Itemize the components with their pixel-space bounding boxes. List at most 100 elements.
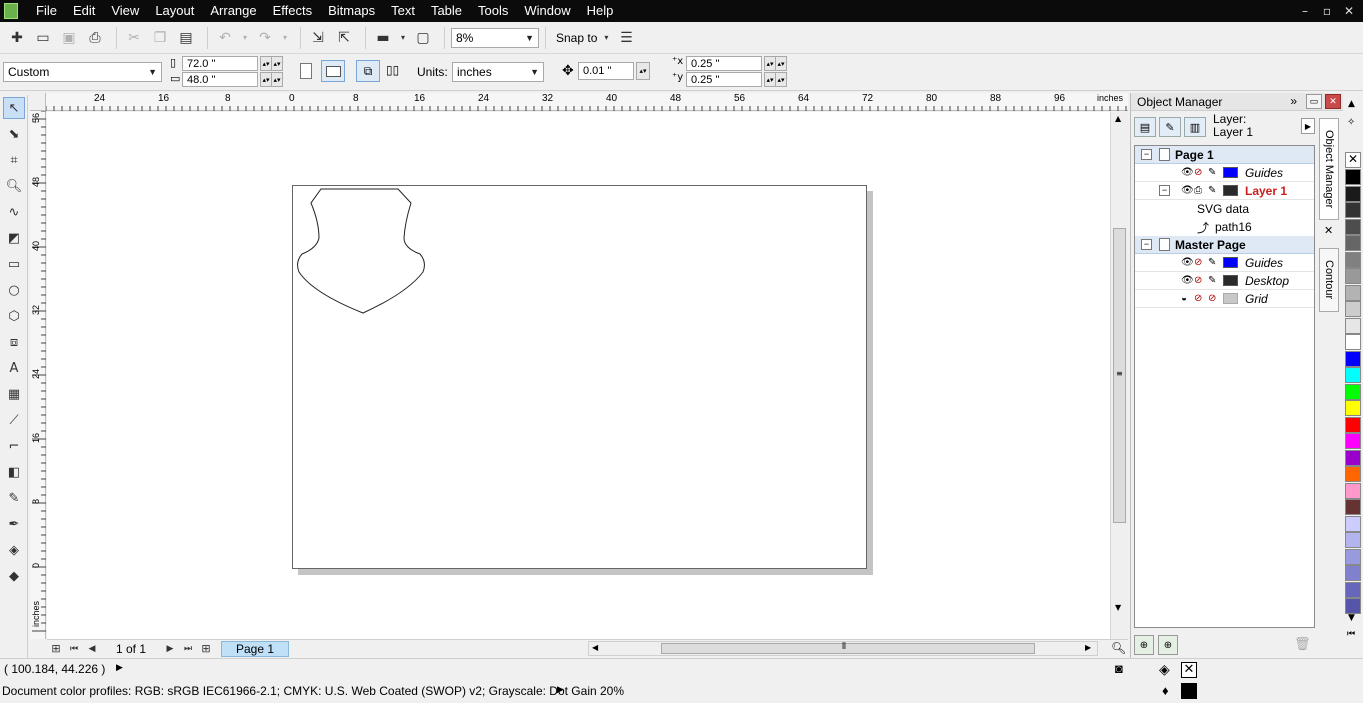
palette-swatch[interactable] bbox=[1345, 532, 1361, 548]
docker-minimize-button[interactable]: ▭ bbox=[1306, 94, 1322, 109]
menu-file[interactable]: File bbox=[28, 0, 65, 22]
zoom-navigator-icon[interactable]: 🔍︎ bbox=[1111, 641, 1126, 655]
palette-swatch[interactable] bbox=[1345, 548, 1361, 565]
pencil-icon[interactable]: ✎ bbox=[1208, 257, 1216, 268]
scroll-up-icon[interactable]: ▲ bbox=[1115, 114, 1121, 123]
print-disabled-icon[interactable]: ⊘ bbox=[1194, 275, 1202, 286]
snap-to-button[interactable]: Snap to bbox=[556, 31, 597, 45]
menu-table[interactable]: Table bbox=[423, 0, 470, 22]
tab-contour[interactable]: Contour bbox=[1319, 248, 1339, 312]
layer-color-swatch[interactable] bbox=[1223, 293, 1238, 304]
tab-object-manager[interactable]: Object Manager bbox=[1319, 118, 1339, 220]
menu-edit[interactable]: Edit bbox=[65, 0, 103, 22]
profiles-expand-icon[interactable]: ▶ bbox=[557, 684, 564, 695]
palette-swatch[interactable] bbox=[1345, 581, 1361, 598]
interactive-fill-tool-icon[interactable]: ◆ bbox=[3, 565, 25, 587]
horizontal-scroll-thumb[interactable]: ⦀ bbox=[661, 642, 1035, 654]
delete-icon[interactable]: 🗑︎ bbox=[1294, 637, 1311, 652]
drawing-page[interactable] bbox=[292, 185, 867, 569]
nudge-distance-field[interactable]: 0.01 " bbox=[578, 62, 634, 80]
page-width-field[interactable]: 72.0 " bbox=[182, 56, 258, 71]
edit-fill-icon[interactable]: ◙ bbox=[1115, 661, 1123, 676]
ellipse-tool-icon[interactable]: ○ bbox=[3, 279, 25, 301]
palette-swatch[interactable] bbox=[1345, 317, 1361, 334]
redo-icon[interactable]: ↷ bbox=[254, 27, 276, 49]
print-icon[interactable]: ⎙ bbox=[1194, 185, 1202, 196]
save-icon[interactable]: ▣ bbox=[58, 27, 80, 49]
print-disabled-icon[interactable]: ⊘ bbox=[1194, 293, 1202, 304]
pencil-icon[interactable]: ✎ bbox=[1208, 275, 1216, 286]
tree-guides-master[interactable]: 👁︎ ⊘ ✎ Guides bbox=[1135, 254, 1314, 272]
next-page-icon[interactable]: ▶ bbox=[161, 644, 179, 654]
portrait-icon[interactable] bbox=[300, 63, 312, 79]
outline-color-indicator[interactable] bbox=[1181, 683, 1197, 699]
polygon-tool-icon[interactable]: ⬡ bbox=[3, 305, 25, 327]
minimize-button[interactable]: – bbox=[1297, 4, 1313, 18]
palette-scroll-up-icon[interactable]: ▲ bbox=[1348, 99, 1355, 109]
menu-arrange[interactable]: Arrange bbox=[202, 0, 264, 22]
palette-options-icon[interactable]: ✧ bbox=[1347, 117, 1355, 128]
crop-tool-icon[interactable]: ⌗ bbox=[3, 149, 25, 171]
palette-swatch[interactable] bbox=[1345, 466, 1361, 482]
collapse-icon[interactable]: − bbox=[1159, 185, 1170, 196]
pencil-icon[interactable]: ✎ bbox=[1208, 185, 1216, 196]
eye-icon[interactable]: 👁︎ bbox=[1181, 275, 1194, 286]
last-page-icon[interactable]: ⏭ bbox=[179, 644, 197, 654]
fill-color-indicator[interactable]: ✕ bbox=[1181, 662, 1197, 678]
docker-close-button[interactable]: ✕ bbox=[1325, 94, 1341, 109]
launcher-dropdown-icon[interactable]: ▾ bbox=[398, 27, 408, 49]
text-tool-icon[interactable]: A bbox=[3, 357, 25, 379]
pencil-icon[interactable]: ✎ bbox=[1208, 167, 1216, 178]
palette-swatch[interactable] bbox=[1345, 400, 1361, 416]
options-icon[interactable]: ☰ bbox=[615, 27, 637, 49]
new-document-icon[interactable]: ✚ bbox=[6, 27, 28, 49]
close-button[interactable]: ✕ bbox=[1341, 4, 1357, 18]
add-page-after-icon[interactable]: ⊞ bbox=[197, 642, 215, 655]
landscape-icon[interactable] bbox=[321, 60, 345, 82]
eyedropper-tool-icon[interactable]: ✎ bbox=[3, 487, 25, 509]
palette-swatch[interactable] bbox=[1345, 383, 1361, 400]
previous-page-icon[interactable]: ◀ bbox=[83, 644, 101, 654]
tree-master-page[interactable]: − Master Page bbox=[1135, 236, 1314, 254]
palette-swatch[interactable] bbox=[1345, 251, 1361, 268]
docker-options-button[interactable]: ▶ bbox=[1301, 118, 1315, 134]
layer-color-swatch[interactable] bbox=[1223, 275, 1238, 286]
rectangle-tool-icon[interactable]: ▭ bbox=[3, 253, 25, 275]
palette-swatch[interactable] bbox=[1345, 268, 1361, 284]
export-icon[interactable]: ⇱ bbox=[333, 27, 355, 49]
menu-layout[interactable]: Layout bbox=[147, 0, 202, 22]
basic-shapes-tool-icon[interactable]: ⧈ bbox=[3, 331, 25, 353]
palette-swatch[interactable] bbox=[1345, 515, 1361, 532]
palette-scroll-down-icon[interactable]: ▼ bbox=[1348, 613, 1355, 623]
open-folder-icon[interactable]: ▭ bbox=[32, 27, 54, 49]
snap-dropdown-icon[interactable]: ▾ bbox=[601, 27, 611, 49]
tree-page-1[interactable]: − Page 1 bbox=[1135, 146, 1314, 164]
menu-bitmaps[interactable]: Bitmaps bbox=[320, 0, 383, 22]
width-lock-button[interactable]: ▴▾ bbox=[271, 56, 283, 71]
vertical-scroll-thumb[interactable]: ≡ bbox=[1113, 228, 1126, 523]
menu-text[interactable]: Text bbox=[383, 0, 423, 22]
new-master-layer-icon[interactable]: ⊕ bbox=[1158, 635, 1178, 655]
shape-tool-icon[interactable]: ⬊ bbox=[3, 123, 25, 145]
all-pages-icon[interactable]: ⧉ bbox=[356, 60, 380, 82]
zoom-tool-icon[interactable]: 🔍︎ bbox=[3, 175, 25, 197]
menu-effects[interactable]: Effects bbox=[265, 0, 321, 22]
duplicate-y-field[interactable]: 0.25 " bbox=[686, 72, 762, 87]
first-page-icon[interactable]: ⏮ bbox=[65, 644, 83, 654]
ruler-origin[interactable] bbox=[30, 93, 46, 111]
print-disabled-icon[interactable]: ⊘ bbox=[1194, 257, 1202, 268]
undo-dropdown-icon[interactable]: ▾ bbox=[240, 27, 250, 49]
new-layer-icon[interactable]: ⊕ bbox=[1134, 635, 1154, 655]
tree-guides-page1[interactable]: 👁︎ ⊘ ✎ Guides bbox=[1135, 164, 1314, 182]
shield-shape[interactable] bbox=[297, 188, 425, 314]
units-select[interactable]: inches ▼ bbox=[452, 62, 544, 82]
pick-tool-icon[interactable]: ↖ bbox=[3, 97, 25, 119]
outline-pen-tool-icon[interactable]: ✒ bbox=[3, 513, 25, 535]
edit-across-layers-icon[interactable]: ✎ bbox=[1159, 117, 1181, 137]
undo-icon[interactable]: ↶ bbox=[214, 27, 236, 49]
fill-tool-icon[interactable]: ◈ bbox=[3, 539, 25, 561]
layer-color-swatch[interactable] bbox=[1223, 257, 1238, 268]
vertical-ruler[interactable]: 56 48 40 32 24 16 8 0 inches bbox=[30, 111, 46, 639]
vertical-scrollbar[interactable]: ▲ ≡ ▼ bbox=[1110, 112, 1128, 639]
palette-swatch[interactable] bbox=[1345, 218, 1361, 235]
